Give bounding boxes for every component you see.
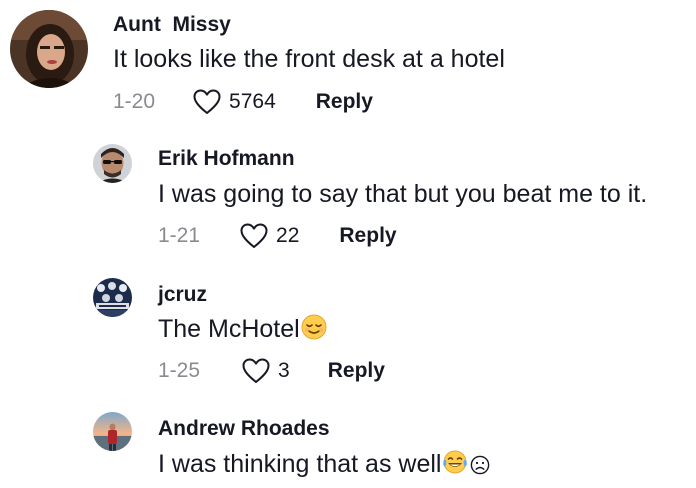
- like-count: 22: [276, 224, 300, 247]
- relieved-face-emoji-icon: [301, 314, 327, 340]
- like-button[interactable]: 3: [242, 358, 290, 384]
- profile-photo-sunset-icon: [93, 412, 132, 451]
- comment-text: The McHotel: [158, 314, 327, 344]
- comment-text: It looks like the front desk at a hotel: [113, 45, 505, 73]
- tears-of-joy-emoji-icon: [442, 449, 468, 475]
- comment-meta: 1-20 5764 Reply: [113, 87, 373, 117]
- avatar[interactable]: [10, 10, 88, 88]
- reply-button[interactable]: Reply: [328, 359, 385, 383]
- profile-photo-woman-icon: [10, 10, 88, 88]
- comment-text: I was going to say that but you beat me …: [158, 180, 648, 208]
- reply-button[interactable]: Reply: [339, 224, 396, 248]
- username[interactable]: jcruz: [158, 283, 207, 307]
- username[interactable]: Aunt Missy: [113, 13, 231, 37]
- comment-meta: 1-25 3 Reply: [158, 356, 385, 386]
- username[interactable]: Andrew Rhoades: [158, 417, 330, 441]
- comment-text: I was thinking that as well: [158, 449, 490, 479]
- comment-text-body: The McHotel: [158, 315, 300, 343]
- heart-outline-icon: [193, 89, 221, 114]
- comment-date: 1-25: [158, 359, 201, 382]
- reply-button[interactable]: Reply: [316, 90, 373, 114]
- avatar[interactable]: [93, 144, 132, 183]
- profile-photo-crowd-icon: [93, 278, 132, 317]
- frowning-face-emoji-icon: [470, 455, 490, 475]
- avatar[interactable]: [93, 278, 132, 317]
- comment-date: 1-21: [158, 224, 201, 247]
- like-count: 3: [278, 359, 290, 382]
- username[interactable]: Erik Hofmann: [158, 147, 295, 171]
- heart-outline-icon: [240, 223, 268, 248]
- profile-photo-man-sunglasses-icon: [93, 144, 132, 183]
- avatar[interactable]: [93, 412, 132, 451]
- like-button[interactable]: 5764: [193, 89, 276, 115]
- like-count: 5764: [229, 90, 276, 113]
- comment-text-body: I was thinking that as well: [158, 450, 442, 478]
- comment-meta: 1-21 22 Reply: [158, 221, 397, 251]
- heart-outline-icon: [242, 358, 270, 383]
- comment-date: 1-20: [113, 90, 156, 113]
- like-button[interactable]: 22: [240, 223, 299, 249]
